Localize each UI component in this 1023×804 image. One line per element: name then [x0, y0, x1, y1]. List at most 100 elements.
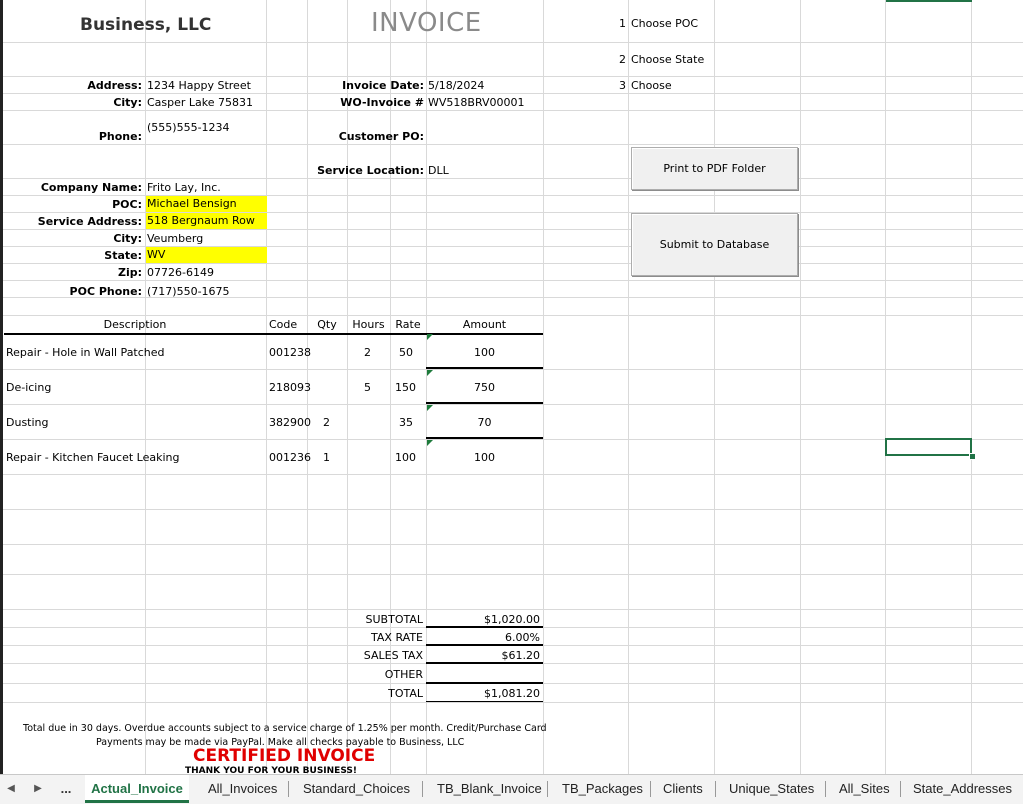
tab-tb-packages[interactable]: TB_Packages	[558, 775, 647, 803]
gridline	[0, 315, 1023, 316]
prev-sheet-icon[interactable]: ◀	[3, 775, 19, 803]
tax-rate-value[interactable]: 6.00%	[426, 631, 540, 644]
sheet-left-border	[0, 0, 3, 774]
zip-value[interactable]: 07726-6149	[147, 266, 214, 279]
total-value[interactable]: $1,081.20	[426, 687, 540, 700]
row-amount[interactable]: 750	[426, 381, 543, 394]
service-location-label: Service Location:	[317, 164, 424, 177]
gridline	[0, 509, 1023, 510]
tab-all-invoices[interactable]: All_Invoices	[204, 775, 281, 803]
tab-clients[interactable]: Clients	[659, 775, 707, 803]
row-code[interactable]: 382900	[269, 416, 311, 429]
row-description[interactable]: Dusting	[6, 416, 49, 429]
row-rate[interactable]: 100	[390, 451, 416, 464]
row-amount[interactable]: 70	[426, 416, 543, 429]
wo-invoice-value[interactable]: WV518BRV00001	[428, 96, 525, 109]
other-label: OTHER	[384, 668, 423, 681]
gridline	[0, 280, 1023, 281]
gridline	[0, 544, 1023, 545]
city-value[interactable]: Casper Lake 75831	[147, 96, 253, 109]
address-value[interactable]: 1234 Happy Street	[147, 79, 251, 92]
tab-all-sites[interactable]: All_Sites	[835, 775, 894, 803]
error-indicator-icon	[427, 370, 433, 376]
column-header-amount: Amount	[462, 318, 507, 331]
phone-value[interactable]: (555)555-1234	[147, 121, 230, 134]
thank-you-text: THANK YOU FOR YOUR BUSINESS!	[185, 766, 357, 774]
amount-underline	[426, 437, 543, 439]
row-amount[interactable]: 100	[426, 451, 543, 464]
gridline	[543, 0, 544, 774]
choice-number: 2	[619, 53, 626, 66]
choice-state[interactable]: Choose State	[631, 53, 704, 66]
row-hours[interactable]: 2	[347, 346, 371, 359]
invoice-date-value[interactable]: 5/18/2024	[428, 79, 484, 92]
row-code[interactable]: 001236	[269, 451, 311, 464]
gridline	[971, 0, 972, 774]
amount-underline	[426, 367, 543, 369]
gridline	[0, 574, 1023, 575]
print-to-pdf-button[interactable]: Print to PDF Folder	[631, 147, 798, 190]
row-code[interactable]: 001238	[269, 346, 311, 359]
row-hours[interactable]: 5	[347, 381, 371, 394]
poc-phone-value[interactable]: (717)550-1675	[147, 285, 230, 298]
row-code[interactable]: 218093	[269, 381, 311, 394]
gridline	[714, 0, 715, 774]
gridline	[885, 0, 886, 774]
gridline	[0, 404, 1023, 405]
tab-unique-states[interactable]: Unique_States	[725, 775, 818, 803]
sales-tax-value[interactable]: $61.20	[426, 649, 541, 662]
state-value[interactable]: WV	[146, 247, 267, 263]
other-underline	[426, 682, 543, 684]
customer-po-label: Customer PO:	[338, 130, 424, 143]
row-description[interactable]: Repair - Hole in Wall Patched	[6, 346, 165, 359]
row-description[interactable]: De-icing	[6, 381, 51, 394]
row-rate[interactable]: 150	[390, 381, 416, 394]
tab-standard-choices[interactable]: Standard_Choices	[299, 775, 414, 803]
tab-state-addresses[interactable]: State_Addresses	[909, 775, 1016, 803]
spreadsheet-grid[interactable]: Business, LLC INVOICE Address: 1234 Happ…	[0, 0, 1023, 774]
phone-label: Phone:	[98, 130, 142, 143]
company-name-value[interactable]: Frito Lay, Inc.	[147, 181, 221, 194]
choice-generic[interactable]: Choose	[631, 79, 672, 92]
customer-city-value[interactable]: Veumberg	[147, 232, 203, 245]
more-sheets-icon[interactable]: ...	[58, 775, 74, 803]
row-qty[interactable]: 1	[323, 451, 330, 464]
zip-label: Zip:	[117, 266, 142, 279]
tab-tb-blank-invoice[interactable]: TB_Blank_Invoice	[433, 775, 546, 803]
wo-invoice-label: WO-Invoice #	[340, 96, 424, 109]
choice-number: 1	[619, 17, 626, 30]
sheet-tab-bar: ◀ ▶ ... Actual_Invoice All_Invoices Stan…	[0, 774, 1023, 804]
tab-separator	[825, 781, 826, 797]
error-indicator-icon	[427, 440, 433, 446]
submit-to-database-button[interactable]: Submit to Database	[631, 213, 798, 276]
row-amount[interactable]: 100	[426, 346, 543, 359]
service-location-value[interactable]: DLL	[428, 164, 449, 177]
row-rate[interactable]: 50	[390, 346, 413, 359]
fill-handle[interactable]	[969, 453, 976, 460]
tab-separator	[288, 781, 289, 797]
poc-phone-label: POC Phone:	[69, 285, 142, 298]
gridline	[0, 76, 1023, 77]
poc-value[interactable]: Michael Bensign	[146, 196, 267, 212]
certified-invoice-text: CERTIFIED INVOICE	[193, 746, 376, 766]
row-description[interactable]: Repair - Kitchen Faucet Leaking	[6, 451, 180, 464]
row-qty[interactable]: 2	[323, 416, 330, 429]
next-sheet-icon[interactable]: ▶	[30, 775, 46, 803]
service-address-label: Service Address:	[37, 215, 142, 228]
column-header-hours: Hours	[352, 318, 385, 331]
sales-tax-underline	[426, 662, 543, 664]
column-selection-indicator	[886, 0, 972, 2]
gridline	[0, 369, 1023, 370]
tab-actual-invoice[interactable]: Actual_Invoice	[85, 775, 189, 803]
row-rate[interactable]: 35	[390, 416, 413, 429]
business-name: Business, LLC	[80, 15, 212, 35]
tab-separator	[547, 781, 548, 797]
gridline	[0, 474, 1023, 475]
gridline	[0, 263, 1023, 264]
total-label: TOTAL	[388, 687, 423, 700]
service-address-value[interactable]: 518 Bergnaum Row	[146, 213, 267, 229]
choice-poc[interactable]: Choose POC	[631, 17, 698, 30]
subtotal-value[interactable]: $1,020.00	[426, 613, 540, 626]
selected-cell[interactable]	[885, 438, 972, 456]
state-label: State:	[104, 249, 142, 262]
